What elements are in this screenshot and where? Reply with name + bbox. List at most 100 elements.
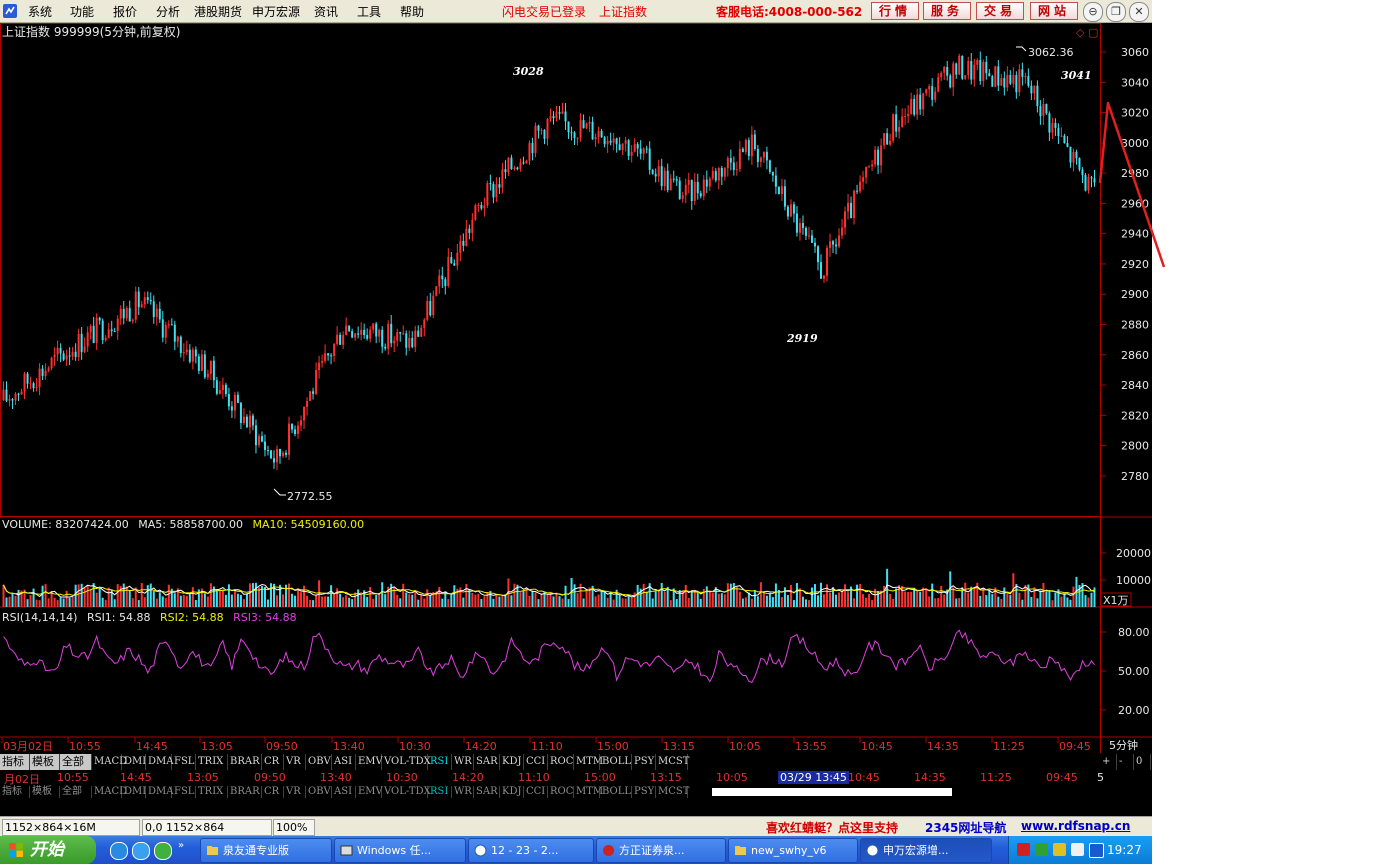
- indicator-tab-全部[interactable]: 全部: [60, 754, 92, 770]
- tray-media-icon[interactable]: [1053, 843, 1066, 856]
- indicator-tab-secondary-cci[interactable]: CCI: [524, 786, 548, 798]
- candle-body: [1084, 175, 1087, 191]
- menu-hk-futures[interactable]: 港股期货: [194, 3, 242, 20]
- login-status[interactable]: 闪电交易已登录: [502, 3, 586, 20]
- restore-icon[interactable]: ❐: [1106, 2, 1126, 22]
- indicator-tab-psy[interactable]: PSY: [632, 754, 656, 770]
- indicator-tab-fsl[interactable]: FSL: [172, 754, 196, 770]
- indicator-tab-指标[interactable]: 指标: [0, 754, 30, 770]
- indicator-tab-wr[interactable]: WR: [452, 754, 474, 770]
- indicator-tab-dmi[interactable]: DMI: [122, 754, 146, 770]
- overview-row-counter[interactable]: 5: [1097, 771, 1104, 784]
- current-index-label[interactable]: 上证指数: [599, 3, 647, 20]
- indicator-tab-secondary-psy[interactable]: PSY: [632, 786, 656, 798]
- indicator-tab-secondary-dma[interactable]: DMA: [146, 786, 173, 798]
- indicator-tab-模板[interactable]: 模板: [30, 754, 60, 770]
- indicator-tab-secondary-asi[interactable]: ASI: [332, 786, 356, 798]
- task-browser[interactable]: 12 - 23 - 2...: [468, 838, 594, 863]
- zoom-out-button[interactable]: -: [1117, 754, 1134, 770]
- indicator-tab-cr[interactable]: CR: [262, 754, 284, 770]
- menu-quote[interactable]: 报价: [113, 3, 137, 20]
- indicator-tab-mtm[interactable]: MTM: [574, 754, 603, 770]
- indicator-tab-secondary-roc[interactable]: ROC: [548, 786, 574, 798]
- indicator-tab-secondary-obv[interactable]: OBV: [306, 786, 332, 798]
- menu-function[interactable]: 功能: [70, 3, 94, 20]
- indicator-tab-secondary-macd[interactable]: MACD: [92, 786, 127, 798]
- menu-analysis[interactable]: 分析: [156, 3, 180, 20]
- tray-network-icon[interactable]: [1035, 843, 1048, 856]
- indicator-tab-secondary-vol-tdx[interactable]: VOL-TDX: [382, 786, 431, 798]
- indicator-tab-secondary-wr[interactable]: WR: [452, 786, 474, 798]
- indicator-tab-secondary-cr[interactable]: CR: [262, 786, 284, 798]
- indicator-tab-secondary-dmi[interactable]: DMI: [122, 786, 146, 798]
- indicator-tab-secondary-kdj[interactable]: KDJ: [500, 786, 524, 798]
- promo-support-link[interactable]: 喜欢红蜻蜓？点这里支持: [766, 819, 898, 836]
- indicator-tab-emv[interactable]: EMV: [356, 754, 383, 770]
- indicator-tab-secondary-brar[interactable]: BRAR: [228, 786, 262, 798]
- indicator-tab-mcst[interactable]: MCST: [656, 754, 689, 770]
- chart-area[interactable]: 上证指数 999999(5分钟,前复权) ◇ ▢ 306030403020300…: [0, 23, 1152, 753]
- tray-shield-icon[interactable]: [1071, 843, 1084, 856]
- start-button[interactable]: 开始: [0, 836, 96, 864]
- promo-site-link[interactable]: www.rdfsnap.cn: [1021, 819, 1130, 833]
- indicator-tab-trix[interactable]: TRIX: [196, 754, 228, 770]
- task-label: 申万宏源增...: [883, 844, 949, 857]
- task-founder-securities[interactable]: 方正证券泉...: [596, 838, 726, 863]
- indicator-tab-rsi[interactable]: RSI: [428, 754, 452, 770]
- browser-icon[interactable]: [132, 842, 150, 860]
- promo-nav-link[interactable]: 2345网址导航: [925, 819, 1006, 836]
- indicator-tab-vol-tdx[interactable]: VOL-TDX: [382, 754, 431, 770]
- menu-help[interactable]: 帮助: [400, 3, 424, 20]
- indicator-tab-secondary-boll[interactable]: BOLL: [600, 786, 632, 798]
- indicator-tab-macd[interactable]: MACD: [92, 754, 127, 770]
- indicator-tab-brar[interactable]: BRAR: [228, 754, 262, 770]
- volume-bar: [95, 592, 98, 607]
- period-label[interactable]: 5分钟: [1109, 738, 1138, 752]
- indicator-tab-secondary-vr[interactable]: VR: [284, 786, 306, 798]
- indicator-tab-secondary-rsi[interactable]: RSI: [428, 786, 452, 798]
- green-app-icon[interactable]: [154, 842, 172, 860]
- indicator-tab-obv[interactable]: OBV: [306, 754, 332, 770]
- close-icon[interactable]: ✕: [1129, 2, 1149, 22]
- ie-icon[interactable]: [110, 842, 128, 860]
- indicator-tab-secondary-模板[interactable]: 模板: [30, 786, 60, 798]
- trade-button[interactable]: 交易: [976, 2, 1024, 20]
- indicator-tab-kdj[interactable]: KDJ: [500, 754, 524, 770]
- indicator-tab-secondary-mtm[interactable]: MTM: [574, 786, 603, 798]
- volume-bar: [279, 584, 282, 607]
- indicator-tab-secondary-emv[interactable]: EMV: [356, 786, 383, 798]
- service-button[interactable]: 服务: [923, 2, 971, 20]
- chart-options-icon[interactable]: ◇ ▢: [1076, 26, 1098, 39]
- indicator-tab-dma[interactable]: DMA: [146, 754, 173, 770]
- indicator-tab-boll[interactable]: BOLL: [600, 754, 632, 770]
- indicator-tab-secondary-全部[interactable]: 全部: [60, 786, 92, 798]
- task-new-swhy-folder[interactable]: new_swhy_v6: [728, 838, 858, 863]
- indicator-tab-vr[interactable]: VR: [284, 754, 306, 770]
- indicator-tab-secondary-fsl[interactable]: FSL: [172, 786, 196, 798]
- task-quanyoutong[interactable]: 泉友通专业版: [200, 838, 332, 863]
- menu-tools[interactable]: 工具: [357, 3, 381, 20]
- indicator-tab-secondary-mcst[interactable]: MCST: [656, 786, 689, 798]
- reset-button[interactable]: 0: [1134, 754, 1151, 770]
- menu-news[interactable]: 资讯: [314, 3, 338, 20]
- indicator-tab-asi[interactable]: ASI: [332, 754, 356, 770]
- zoom-in-button[interactable]: +: [1100, 754, 1117, 770]
- indicator-tab-secondary-sar[interactable]: SAR: [474, 786, 500, 798]
- tray-volume-icon[interactable]: [1089, 843, 1104, 858]
- indicator-tab-secondary-trix[interactable]: TRIX: [196, 786, 228, 798]
- tray-red-icon[interactable]: [1017, 843, 1030, 856]
- more-chevron-icon[interactable]: »: [178, 840, 194, 856]
- menu-swhy[interactable]: 申万宏源: [252, 3, 300, 20]
- task-swhy-active[interactable]: 申万宏源增...: [860, 838, 992, 863]
- minimize-icon[interactable]: ⊖: [1083, 2, 1103, 22]
- volume-bar: [985, 595, 988, 607]
- task-windows-manager[interactable]: Windows 任...: [334, 838, 466, 863]
- website-button[interactable]: 网站: [1030, 2, 1078, 20]
- indicator-tab-cci[interactable]: CCI: [524, 754, 548, 770]
- overview-scroll-track[interactable]: [712, 788, 952, 796]
- indicator-tab-roc[interactable]: ROC: [548, 754, 574, 770]
- menu-system[interactable]: 系统: [28, 3, 52, 20]
- indicator-tab-sar[interactable]: SAR: [474, 754, 500, 770]
- indicator-tab-secondary-指标[interactable]: 指标: [0, 786, 30, 798]
- quote-button[interactable]: 行情: [871, 2, 919, 20]
